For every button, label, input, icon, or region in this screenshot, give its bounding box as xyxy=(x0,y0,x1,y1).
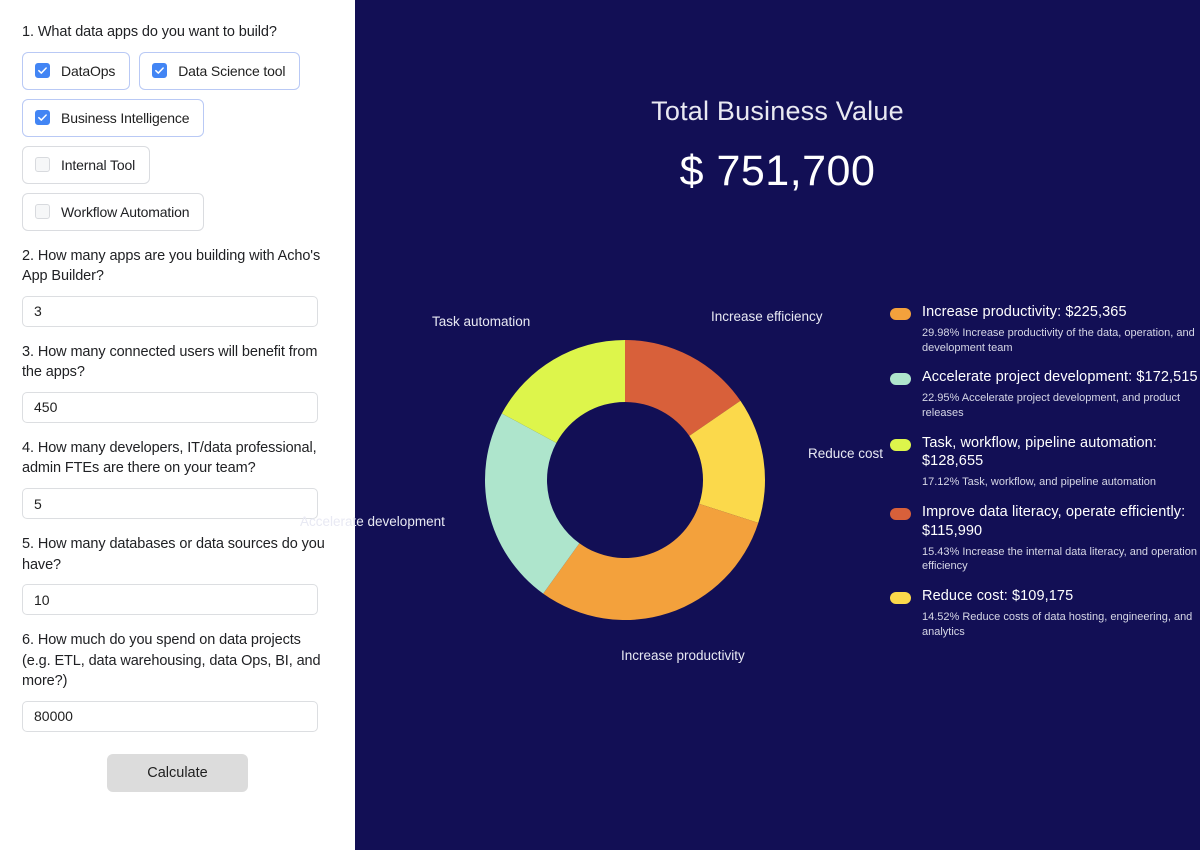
data-spend-input[interactable] xyxy=(22,700,318,732)
option-row-3: Internal Tool xyxy=(22,145,333,184)
question-1-label: 1. What data apps do you want to build? xyxy=(22,24,277,40)
chart-legend: Increase productivity: $225,365 29.98% In… xyxy=(890,303,1200,653)
legend-item-description: 15.43% Increase the internal data litera… xyxy=(922,545,1197,573)
questionnaire-panel: 1. What data apps do you want to build? … xyxy=(0,0,355,850)
total-business-value: $ 751,700 xyxy=(679,147,876,195)
legend-item-title: Reduce cost: $109,175 xyxy=(922,588,1074,605)
legend-item-description: 22.95% Accelerate project development, a… xyxy=(922,392,1181,419)
option-row-1: DataOps Data Science tool xyxy=(22,51,333,90)
legend-color-swatch xyxy=(890,308,911,320)
calculate-button[interactable]: Calculate xyxy=(107,753,248,792)
question-6-label: 6. How much do you spend on data project… xyxy=(22,632,321,690)
question-5-block: 5. How many databases or data sources do… xyxy=(22,534,333,616)
submit-row: Calculate xyxy=(22,753,333,792)
option-label: Workflow Automation xyxy=(61,203,190,220)
option-label: Business Intelligence xyxy=(61,109,190,126)
slice-label-task-automation: Task automation xyxy=(432,314,531,329)
checkbox-option-workflow-automation[interactable]: Workflow Automation xyxy=(22,192,205,231)
legend-text: Reduce cost: $109,175 14.52% Reduce costs… xyxy=(922,587,1200,639)
checked-checkbox-icon[interactable] xyxy=(35,63,50,79)
checkbox-option-internal-tool[interactable]: Internal Tool xyxy=(22,145,151,184)
legend-item[interactable]: Task, workflow, pipeline automation: $12… xyxy=(890,434,1200,490)
unchecked-checkbox-icon[interactable] xyxy=(35,204,50,220)
slice-label-increase-productivity: Increase productivity xyxy=(621,648,745,663)
legend-item-description: 29.98% Increase productivity of the data… xyxy=(922,326,1195,354)
donut-chart: Increase efficiency Reduce cost Increase… xyxy=(300,280,885,680)
question-3-block: 3. How many connected users will benefit… xyxy=(22,342,333,423)
question-4-block: 4. How many developers, IT/data professi… xyxy=(22,438,333,520)
legend-color-swatch xyxy=(890,508,911,521)
donut-slice[interactable] xyxy=(543,503,759,620)
checked-checkbox-icon[interactable] xyxy=(152,63,168,79)
legend-text: Accelerate project development: $172,515… xyxy=(922,368,1200,420)
legend-item-title: Increase productivity: $225,365 xyxy=(922,304,1127,320)
legend-text: Increase productivity: $225,365 29.98% In… xyxy=(922,303,1200,355)
legend-item-description: 17.12% Task, workflow, and pipeline auto… xyxy=(922,476,1156,489)
data-sources-input[interactable] xyxy=(22,584,318,616)
legend-color-swatch xyxy=(890,592,911,605)
legend-item[interactable]: Accelerate project development: $172,515… xyxy=(890,368,1200,420)
question-1-block: 1. What data apps do you want to build? … xyxy=(22,22,333,231)
legend-item-description: 14.52% Reduce costs of data hosting, eng… xyxy=(922,611,1193,638)
slice-label-increase-efficiency: Increase efficiency xyxy=(711,309,823,324)
results-panel: Total Business Value $ 751,700 Increase … xyxy=(300,0,1200,850)
fte-count-input[interactable] xyxy=(22,488,318,520)
checkbox-option-business-intelligence[interactable]: Business Intelligence xyxy=(22,98,205,137)
legend-item-title: Accelerate project development: $172,515 xyxy=(922,369,1198,386)
legend-item-title: Task, workflow, pipeline automation: $12… xyxy=(922,434,1157,470)
checked-checkbox-icon[interactable] xyxy=(35,110,50,126)
question-2-label: 2. How many apps are you building with A… xyxy=(22,247,321,285)
question-4-label: 4. How many developers, IT/data professi… xyxy=(22,439,317,477)
results-title: Total Business Value xyxy=(651,96,904,126)
slice-label-reduce-cost: Reduce cost xyxy=(808,446,884,461)
slice-label-accelerate-development: Accelerate development xyxy=(300,514,445,529)
legend-color-swatch xyxy=(890,373,911,386)
checkbox-option-dataops[interactable]: DataOps xyxy=(22,51,131,90)
question-2-block: 2. How many apps are you building with A… xyxy=(22,246,333,327)
donut-chart-svg xyxy=(485,340,765,620)
question-5-label: 5. How many databases or data sources do… xyxy=(22,536,325,573)
app-root: 1. What data apps do you want to build? … xyxy=(0,0,1200,850)
connected-users-input[interactable] xyxy=(22,391,318,423)
question-3-label: 3. How many connected users will benefit… xyxy=(22,343,318,381)
option-row-4: Workflow Automation xyxy=(22,192,333,231)
unchecked-checkbox-icon[interactable] xyxy=(35,157,50,173)
legend-text: Task, workflow, pipeline automation: $12… xyxy=(922,434,1200,490)
legend-item-title: Improve data literacy, operate efficient… xyxy=(922,504,1186,539)
option-label: Internal Tool xyxy=(61,156,136,173)
apps-count-input[interactable] xyxy=(22,295,318,327)
checkbox-option-data-science-tool[interactable]: Data Science tool xyxy=(139,51,301,90)
option-label: Data Science tool xyxy=(178,62,286,79)
legend-text: Improve data literacy, operate efficient… xyxy=(922,503,1200,574)
option-row-2: Business Intelligence xyxy=(22,98,333,137)
legend-color-swatch xyxy=(890,438,911,451)
question-6-block: 6. How much do you spend on data project… xyxy=(22,630,333,732)
legend-item[interactable]: Increase productivity: $225,365 29.98% In… xyxy=(890,303,1200,355)
option-label: DataOps xyxy=(61,62,116,79)
legend-item[interactable]: Reduce cost: $109,175 14.52% Reduce costs… xyxy=(890,587,1200,639)
legend-item[interactable]: Improve data literacy, operate efficient… xyxy=(890,503,1200,574)
